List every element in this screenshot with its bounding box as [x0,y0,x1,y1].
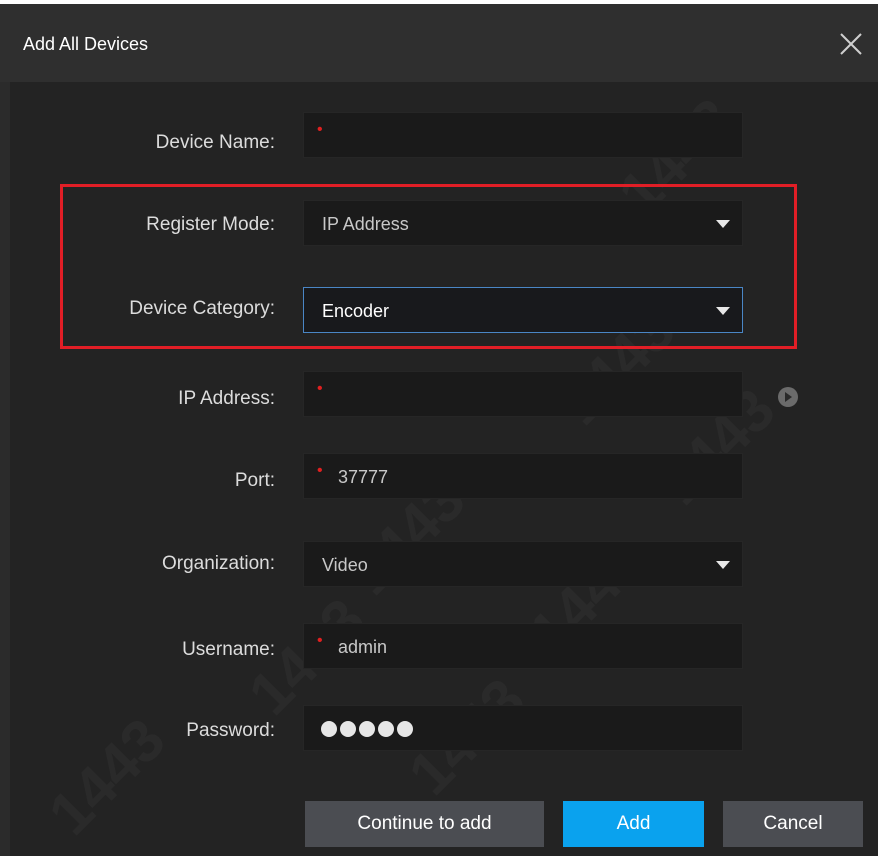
required-marker: • [317,632,323,649]
device-category-value: Encoder [322,301,390,321]
add-button[interactable]: Add [563,801,704,847]
password-mask [321,721,413,737]
device-name-label: Device Name: [155,132,275,153]
required-marker: • [317,462,323,479]
continue-to-add-button[interactable]: Continue to add [305,801,544,847]
port-label: Port: [234,470,275,491]
password-dot [397,721,413,737]
username-value: admin [338,637,388,657]
organization-value: Video [322,555,368,575]
ip-address-label: IP Address: [178,388,275,409]
username-input[interactable]: • admin [303,623,743,669]
add-device-dialog: Add All Devices 1443 1443 1443 1443 1443… [0,4,878,856]
register-mode-select[interactable]: IP Address [303,200,743,246]
chevron-down-icon [716,307,730,315]
required-marker: • [317,121,323,138]
password-dot [321,721,337,737]
password-dot [378,721,394,737]
close-icon[interactable] [836,29,866,59]
register-mode-label: Register Mode: [146,214,275,235]
password-dot [359,721,375,737]
watermark: 1443 [35,705,178,848]
device-name-input[interactable]: • [303,112,743,158]
dialog-title: Add All Devices [23,34,149,54]
password-label: Password: [186,720,275,741]
port-input[interactable]: • 37777 [303,453,743,499]
ip-address-input[interactable]: • [303,371,743,417]
register-mode-value: IP Address [322,214,409,234]
username-label: Username: [182,639,275,660]
dialog-titlebar: Add All Devices [0,4,878,82]
play-icon[interactable] [778,387,798,407]
device-category-select[interactable]: Encoder [303,287,743,333]
password-input[interactable] [303,705,743,751]
password-dot [340,721,356,737]
device-category-label: Device Category: [129,298,275,319]
port-value: 37777 [338,467,389,487]
organization-label: Organization: [161,553,275,574]
cancel-button[interactable]: Cancel [723,801,863,847]
chevron-down-icon [716,220,730,228]
organization-select[interactable]: Video [303,541,743,587]
chevron-down-icon [716,561,730,569]
required-marker: • [317,380,323,397]
